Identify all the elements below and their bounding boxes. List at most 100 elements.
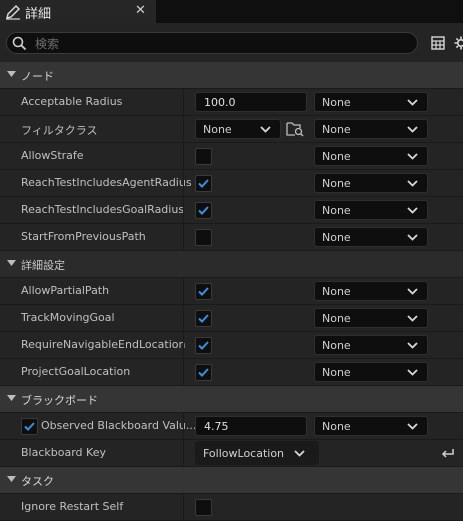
subcategory-advanced[interactable]: 詳細設定 [0, 251, 463, 278]
search-toolbar: 検索 [0, 23, 463, 62]
checkmark-icon [198, 287, 209, 296]
column-divider[interactable] [183, 278, 184, 304]
category-node[interactable]: ノード [0, 62, 463, 89]
acceptable-radius-input[interactable]: 100.0 [195, 92, 307, 112]
category-label: 詳細設定 [21, 259, 65, 272]
browse-asset-icon[interactable] [286, 121, 304, 137]
chevron-down-icon [407, 126, 418, 133]
pencil-icon [5, 4, 21, 20]
property-row: ReachTestIncludesAgentRadius None [0, 170, 463, 197]
category-label: タスク [21, 475, 54, 488]
chevron-down-icon [294, 450, 305, 457]
details-tab[interactable]: 詳細 ✕ [0, 0, 156, 23]
column-divider[interactable] [183, 440, 184, 466]
binding-dropdown[interactable]: None [314, 200, 428, 220]
search-placeholder: 検索 [35, 37, 60, 51]
collapse-arrow-icon [7, 395, 16, 401]
allow-strafe-checkbox[interactable] [195, 148, 212, 165]
category-blackboard[interactable]: ブラックボード [0, 386, 463, 413]
binding-dropdown[interactable]: None [314, 281, 428, 301]
require-navigable-end-checkbox[interactable] [195, 337, 212, 354]
track-moving-goal-checkbox[interactable] [195, 310, 212, 327]
property-row: Ignore Restart Self [0, 494, 463, 521]
chevron-down-icon [407, 423, 418, 430]
property-label: フィルタクラス [21, 124, 98, 137]
checkmark-icon [198, 314, 209, 323]
project-goal-location-checkbox[interactable] [195, 364, 212, 381]
filter-class-dropdown[interactable]: None [195, 119, 281, 139]
collapse-arrow-icon [7, 476, 16, 482]
property-row: AllowStrafe None [0, 143, 463, 170]
chevron-down-icon [407, 234, 418, 241]
collapse-arrow-icon [7, 260, 16, 266]
property-row: StartFromPreviousPath None [0, 224, 463, 251]
property-row: TrackMovingGoal None [0, 305, 463, 332]
start-from-previous-path-checkbox[interactable] [195, 229, 212, 246]
column-divider[interactable] [183, 170, 184, 196]
column-divider[interactable] [183, 197, 184, 223]
binding-dropdown[interactable]: None [314, 335, 428, 355]
column-divider[interactable] [183, 305, 184, 331]
property-row: ProjectGoalLocation None [0, 359, 463, 386]
column-divider[interactable] [183, 116, 184, 142]
binding-dropdown[interactable]: None [314, 308, 428, 328]
chevron-down-icon [407, 207, 418, 214]
settings-gear-icon[interactable] [454, 36, 463, 50]
category-task[interactable]: タスク [0, 467, 463, 494]
tab-bar: 詳細 ✕ [0, 0, 463, 23]
close-tab-button[interactable]: ✕ [135, 3, 146, 19]
property-label: Acceptable Radius [21, 95, 123, 108]
blackboard-key-dropdown[interactable]: FollowLocation [195, 441, 319, 465]
reach-goal-radius-checkbox[interactable] [195, 202, 212, 219]
binding-dropdown[interactable]: None [314, 119, 428, 139]
property-row: フィルタクラス None None [0, 116, 463, 143]
property-row: Acceptable Radius 100.0 None [0, 89, 463, 116]
binding-dropdown[interactable]: None [314, 227, 428, 247]
property-label: Ignore Restart Self [21, 500, 124, 513]
binding-dropdown[interactable]: None [314, 362, 428, 382]
chevron-down-icon [407, 288, 418, 295]
property-row: RequireNavigableEndLocation None [0, 332, 463, 359]
column-divider[interactable] [183, 143, 184, 169]
property-label: Blackboard Key [21, 446, 106, 459]
column-divider[interactable] [183, 494, 184, 520]
property-row: ReachTestIncludesGoalRadius None [0, 197, 463, 224]
reset-to-default-icon[interactable] [441, 448, 455, 459]
chevron-down-icon [407, 342, 418, 349]
collapse-arrow-icon [7, 71, 16, 77]
chevron-down-icon [407, 99, 418, 106]
property-row: Blackboard Key FollowLocation [0, 440, 463, 467]
checkmark-icon [198, 179, 209, 188]
checkmark-icon [198, 341, 209, 350]
property-label: RequireNavigableEndLocation [21, 338, 186, 351]
chevron-down-icon [260, 126, 271, 133]
observed-blackboard-checkbox[interactable] [21, 418, 38, 435]
column-divider[interactable] [183, 89, 184, 115]
chevron-down-icon [407, 153, 418, 160]
chevron-down-icon [407, 315, 418, 322]
details-panel: ノード Acceptable Radius 100.0 None フィルタクラス… [0, 62, 463, 521]
search-input[interactable]: 検索 [6, 32, 418, 54]
property-label: Observed Blackboard Valu... [41, 419, 197, 432]
column-divider[interactable] [183, 413, 184, 439]
property-label: ProjectGoalLocation [21, 365, 131, 378]
property-label: AllowPartialPath [21, 284, 110, 297]
search-icon [12, 36, 27, 51]
binding-dropdown[interactable]: None [314, 92, 428, 112]
checkmark-icon [198, 206, 209, 215]
chevron-down-icon [407, 180, 418, 187]
category-label: ノード [21, 70, 54, 83]
allow-partial-path-checkbox[interactable] [195, 283, 212, 300]
binding-dropdown[interactable]: None [314, 146, 428, 166]
binding-dropdown[interactable]: None [314, 416, 428, 436]
table-view-icon[interactable] [431, 36, 445, 50]
column-divider[interactable] [183, 224, 184, 250]
column-divider[interactable] [183, 359, 184, 385]
observed-blackboard-value-input[interactable]: 4.75 [195, 416, 307, 436]
ignore-restart-self-checkbox[interactable] [195, 499, 212, 516]
column-divider[interactable] [183, 332, 184, 358]
reach-agent-radius-checkbox[interactable] [195, 175, 212, 192]
property-label: StartFromPreviousPath [21, 230, 146, 243]
tab-title: 詳細 [25, 7, 52, 22]
binding-dropdown[interactable]: None [314, 173, 428, 193]
